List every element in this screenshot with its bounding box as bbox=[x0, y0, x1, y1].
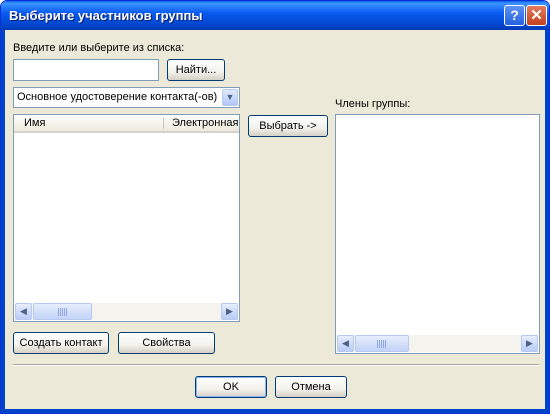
window-border-left bbox=[1, 30, 5, 413]
help-icon: ? bbox=[510, 7, 519, 23]
scroll-right-button[interactable]: ▶ bbox=[521, 335, 538, 352]
scroll-thumb[interactable] bbox=[33, 303, 92, 320]
members-list[interactable]: ◀ ▶ bbox=[335, 114, 540, 354]
chevron-down-icon[interactable]: ▼ bbox=[222, 89, 238, 106]
source-select-value: Основное удостоверение контакта(-ов) bbox=[17, 91, 218, 103]
search-label: Введите или выберите из списка: bbox=[13, 42, 185, 54]
help-button[interactable]: ? bbox=[504, 5, 525, 26]
scroll-right-button[interactable]: ▶ bbox=[221, 303, 238, 320]
properties-button[interactable]: Свойства bbox=[118, 332, 215, 354]
contacts-list[interactable]: Имя Электронная ◀ ▶ bbox=[13, 114, 240, 322]
find-button[interactable]: Найти... bbox=[167, 59, 225, 81]
horizontal-scrollbar[interactable]: ◀ ▶ bbox=[337, 335, 538, 352]
title-bar[interactable]: Выберите участников группы ? ✕ bbox=[1, 1, 549, 30]
dialog-window: Выберите участников группы ? ✕ Введите и… bbox=[0, 0, 550, 414]
scroll-left-button[interactable]: ◀ bbox=[337, 335, 354, 352]
column-header-email[interactable]: Электронная bbox=[164, 115, 239, 133]
horizontal-scrollbar[interactable]: ◀ ▶ bbox=[15, 303, 238, 320]
arrow-right-icon: ▶ bbox=[226, 306, 233, 316]
members-label: Члены группы: bbox=[335, 98, 411, 110]
grip-icon bbox=[57, 308, 68, 316]
column-header-email-label: Электронная bbox=[172, 117, 239, 129]
window-title: Выберите участников группы bbox=[9, 8, 203, 23]
arrow-left-icon: ◀ bbox=[20, 306, 27, 316]
arrow-right-icon: ▶ bbox=[526, 338, 533, 348]
scroll-thumb[interactable] bbox=[355, 335, 409, 352]
window-border-bottom bbox=[1, 409, 549, 413]
column-header-name[interactable]: Имя bbox=[14, 115, 164, 133]
arrow-left-icon: ◀ bbox=[342, 338, 349, 348]
column-header-name-label: Имя bbox=[24, 117, 46, 129]
footer-divider bbox=[13, 364, 539, 366]
close-button[interactable]: ✕ bbox=[526, 5, 547, 26]
scroll-left-button[interactable]: ◀ bbox=[15, 303, 32, 320]
search-input[interactable] bbox=[13, 59, 159, 81]
grip-icon bbox=[377, 340, 387, 348]
ok-button[interactable]: OK bbox=[195, 376, 267, 398]
window-border-right bbox=[545, 30, 549, 413]
select-button[interactable]: Выбрать -> bbox=[248, 115, 328, 137]
source-select[interactable]: Основное удостоверение контакта(-ов) ▼ bbox=[13, 87, 240, 108]
cancel-button[interactable]: Отмена bbox=[275, 376, 347, 398]
close-icon: ✕ bbox=[530, 7, 543, 24]
create-contact-button[interactable]: Создать контакт bbox=[13, 332, 109, 354]
